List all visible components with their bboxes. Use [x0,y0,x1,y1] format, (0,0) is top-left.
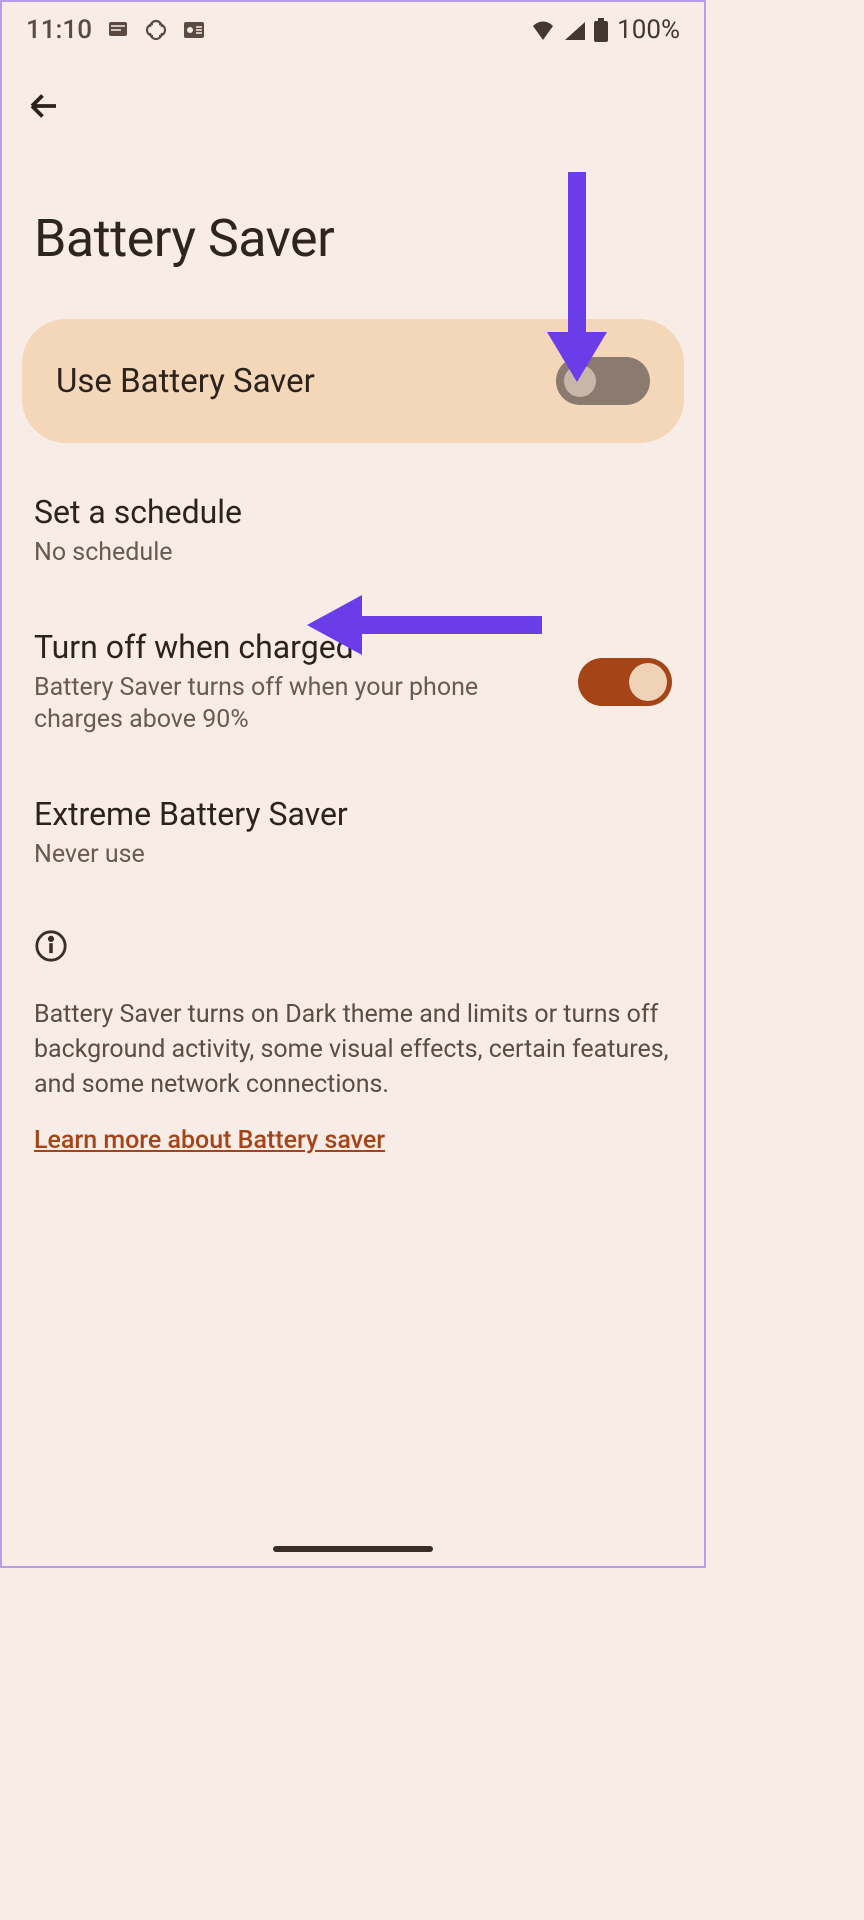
info-section: Battery Saver turns on Dark theme and li… [2,929,704,1155]
battery-icon [593,18,609,42]
learn-more-link[interactable]: Learn more about Battery saver [34,1126,385,1155]
turn-off-charged-title: Turn off when charged [34,628,558,666]
wifi-icon [531,20,555,40]
use-battery-saver-card[interactable]: Use Battery Saver [22,319,684,443]
set-schedule-title: Set a schedule [34,493,672,531]
photos-icon [144,18,168,42]
set-schedule-item[interactable]: Set a schedule No schedule [34,493,672,570]
home-indicator[interactable] [273,1546,433,1552]
signal-icon [563,20,585,40]
use-battery-saver-label: Use Battery Saver [56,362,315,401]
turn-off-charged-toggle[interactable] [578,658,672,706]
info-icon [34,929,672,967]
status-right: 100% [531,15,680,45]
extreme-saver-sub: Never use [34,839,672,872]
battery-percent: 100% [617,15,680,45]
status-bar: 11:10 100% [2,2,704,58]
info-text: Battery Saver turns on Dark theme and li… [34,997,672,1102]
settings-list: Set a schedule No schedule Turn off when… [2,443,704,871]
news-icon [182,19,206,41]
page-title: Battery Saver [2,138,704,319]
extreme-saver-title: Extreme Battery Saver [34,795,672,833]
use-battery-saver-toggle[interactable] [556,357,650,405]
back-button[interactable] [2,58,704,138]
status-time: 11:10 [26,15,92,45]
set-schedule-sub: No schedule [34,537,672,570]
messages-icon [106,18,130,42]
turn-off-charged-sub: Battery Saver turns off when your phone … [34,672,558,737]
turn-off-charged-item[interactable]: Turn off when charged Battery Saver turn… [34,628,672,737]
extreme-saver-item[interactable]: Extreme Battery Saver Never use [34,795,672,872]
status-left: 11:10 [26,15,206,45]
